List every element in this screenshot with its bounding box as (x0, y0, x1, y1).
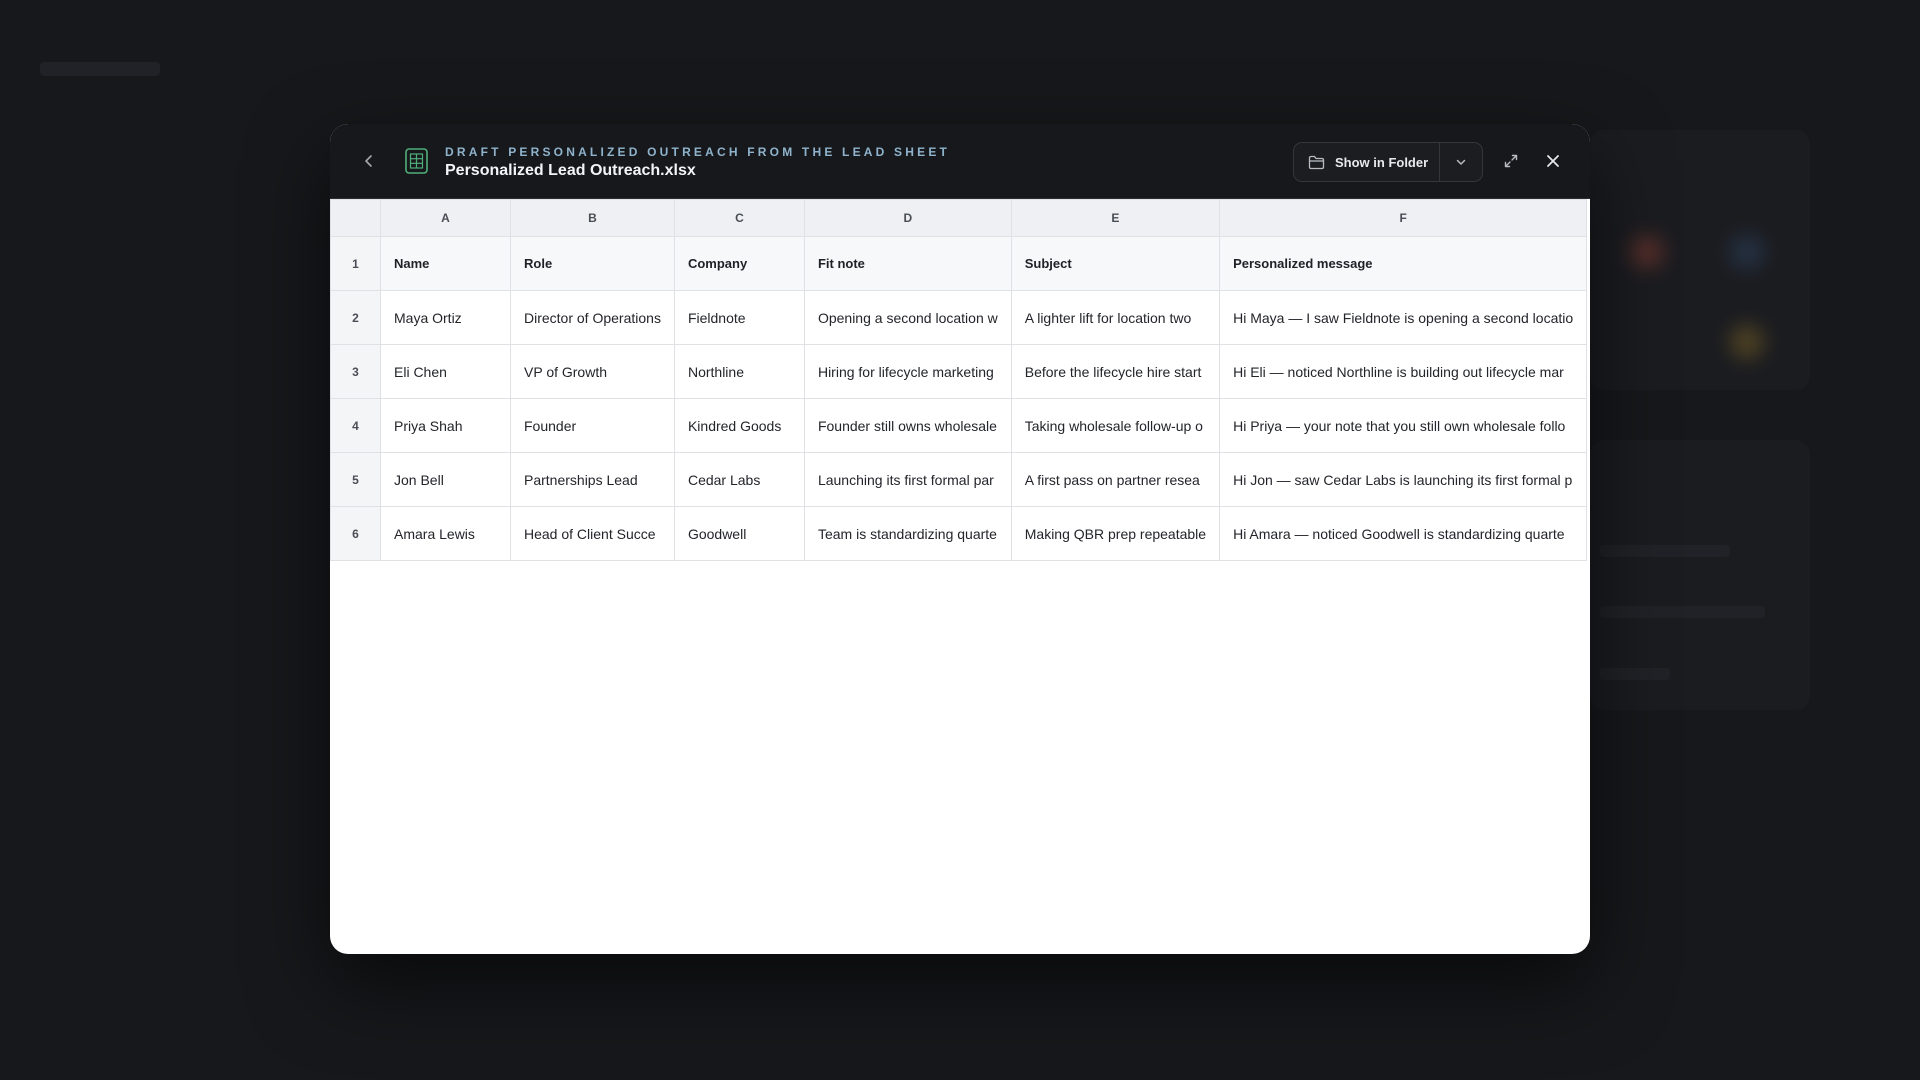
cell-subject[interactable]: Taking wholesale follow-up o (1010, 398, 1221, 453)
cell-company[interactable]: Northline (673, 344, 805, 399)
header-cell-fit-note[interactable]: Fit note (803, 236, 1012, 291)
cell-subject[interactable]: Before the lifecycle hire start (1010, 344, 1221, 399)
spreadsheet-grid: A B C D E F 1 Name Role Company Fit note… (330, 199, 1588, 561)
row-number[interactable]: 4 (330, 398, 381, 453)
cell-personalized-message[interactable]: Hi Eli — noticed Northline is building o… (1219, 344, 1588, 399)
modal-header: DRAFT PERSONALIZED OUTREACH FROM THE LEA… (330, 124, 1590, 199)
cell-fit-note[interactable]: Launching its first formal par (803, 452, 1012, 507)
cell-name[interactable]: Eli Chen (380, 344, 511, 399)
task-kicker: DRAFT PERSONALIZED OUTREACH FROM THE LEA… (445, 145, 951, 159)
column-header-a[interactable]: A (380, 199, 511, 237)
select-all-corner[interactable] (330, 199, 381, 237)
background-line (1600, 668, 1670, 680)
column-header-d[interactable]: D (803, 199, 1012, 237)
header-cell-name[interactable]: Name (380, 236, 511, 291)
cell-name[interactable]: Jon Bell (380, 452, 511, 507)
cell-company[interactable]: Cedar Labs (673, 452, 805, 507)
close-button[interactable] (1538, 146, 1568, 176)
cell-company[interactable]: Kindred Goods (673, 398, 805, 453)
spreadsheet-icon (404, 147, 430, 175)
cell-role[interactable]: Partnerships Lead (510, 452, 675, 507)
cell-subject[interactable]: Making QBR prep repeatable (1010, 506, 1221, 561)
table-row: 6 Amara Lewis Head of Client Succe Goodw… (330, 506, 1588, 561)
cell-fit-note[interactable]: Founder still owns wholesale (803, 398, 1012, 453)
table-row: 5 Jon Bell Partnerships Lead Cedar Labs … (330, 452, 1588, 507)
header-cell-role[interactable]: Role (510, 236, 675, 291)
background-blur-dot (1730, 325, 1764, 359)
show-in-folder-group: Show in Folder (1293, 142, 1483, 182)
background-panel (1590, 130, 1810, 390)
cell-subject[interactable]: A lighter lift for location two (1010, 290, 1221, 345)
show-in-folder-button[interactable]: Show in Folder (1294, 143, 1440, 181)
background-line (40, 62, 160, 76)
folder-options-dropdown[interactable] (1440, 143, 1481, 181)
cell-personalized-message[interactable]: Hi Jon — saw Cedar Labs is launching its… (1219, 452, 1588, 507)
cell-personalized-message[interactable]: Hi Maya — I saw Fieldnote is opening a s… (1219, 290, 1588, 345)
column-header-f[interactable]: F (1219, 199, 1588, 237)
back-button[interactable] (354, 146, 384, 176)
file-title: Personalized Lead Outreach.xlsx (445, 162, 696, 179)
cell-company[interactable]: Goodwell (673, 506, 805, 561)
file-preview-modal: DRAFT PERSONALIZED OUTREACH FROM THE LEA… (330, 124, 1590, 954)
background-blur-dot (1730, 235, 1764, 269)
row-number[interactable]: 2 (330, 290, 381, 345)
table-row: 2 Maya Ortiz Director of Operations Fiel… (330, 290, 1588, 345)
cell-role[interactable]: Founder (510, 398, 675, 453)
header-cell-company[interactable]: Company (673, 236, 805, 291)
cell-personalized-message[interactable]: Hi Priya — your note that you still own … (1219, 398, 1588, 453)
row-number[interactable]: 3 (330, 344, 381, 399)
cell-personalized-message[interactable]: Hi Amara — noticed Goodwell is standardi… (1219, 506, 1588, 561)
cell-company[interactable]: Fieldnote (673, 290, 805, 345)
background-blur-dot (1630, 235, 1664, 269)
cell-name[interactable]: Maya Ortiz (380, 290, 511, 345)
cell-fit-note[interactable]: Team is standardizing quarte (803, 506, 1012, 561)
column-header-e[interactable]: E (1010, 199, 1221, 237)
cell-fit-note[interactable]: Opening a second location w (803, 290, 1012, 345)
cell-role[interactable]: VP of Growth (510, 344, 675, 399)
cell-name[interactable]: Amara Lewis (380, 506, 511, 561)
row-number[interactable]: 5 (330, 452, 381, 507)
show-in-folder-label: Show in Folder (1335, 154, 1429, 170)
expand-button[interactable] (1496, 146, 1526, 176)
close-icon (1547, 155, 1559, 167)
background-line (1600, 545, 1730, 557)
expand-icon (1504, 154, 1518, 168)
cell-name[interactable]: Priya Shah (380, 398, 511, 453)
row-number[interactable]: 1 (330, 236, 381, 291)
cell-fit-note[interactable]: Hiring for lifecycle marketing (803, 344, 1012, 399)
column-header-c[interactable]: C (673, 199, 805, 237)
row-number[interactable]: 6 (330, 506, 381, 561)
column-header-b[interactable]: B (510, 199, 675, 237)
column-letter-row: A B C D E F (330, 199, 1588, 237)
folder-icon (1308, 155, 1325, 169)
background-line (1600, 606, 1765, 618)
cell-role[interactable]: Head of Client Succe (510, 506, 675, 561)
chevron-down-icon (1456, 159, 1465, 165)
cell-role[interactable]: Director of Operations (510, 290, 675, 345)
chevron-left-icon (365, 155, 372, 167)
table-row: 1 Name Role Company Fit note Subject Per… (330, 236, 1588, 291)
table-row: 3 Eli Chen VP of Growth Northline Hiring… (330, 344, 1588, 399)
table-row: 4 Priya Shah Founder Kindred Goods Found… (330, 398, 1588, 453)
header-cell-personalized-message[interactable]: Personalized message (1219, 236, 1588, 291)
cell-subject[interactable]: A first pass on partner resea (1010, 452, 1221, 507)
header-cell-subject[interactable]: Subject (1010, 236, 1221, 291)
